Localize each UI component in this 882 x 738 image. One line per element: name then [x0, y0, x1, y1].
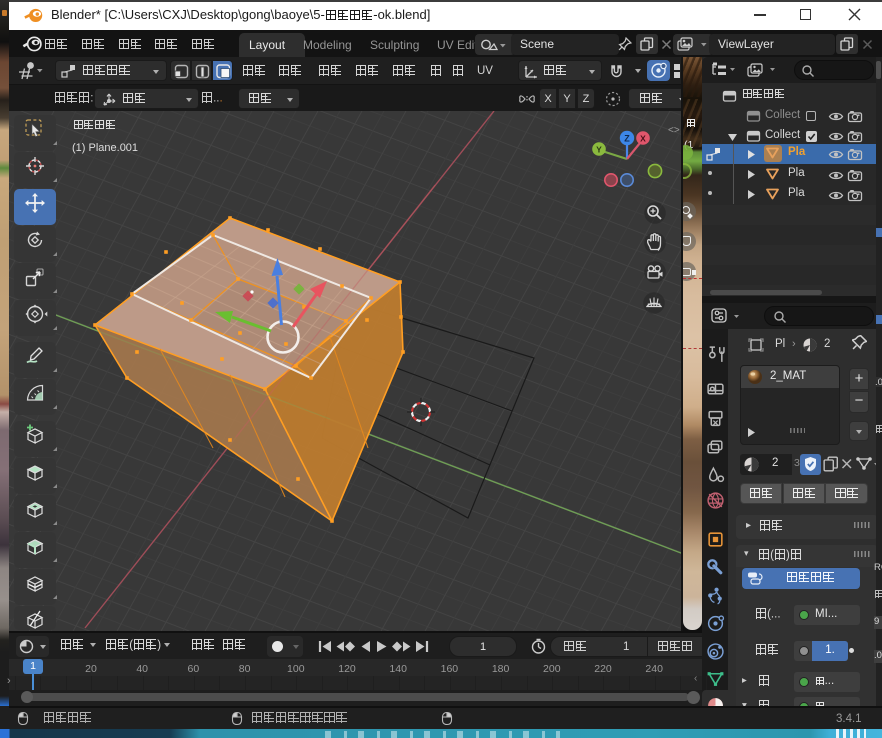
svg-text:Y: Y [596, 145, 602, 155]
svg-text:Z: Z [624, 134, 630, 144]
svg-text:X: X [640, 134, 646, 144]
